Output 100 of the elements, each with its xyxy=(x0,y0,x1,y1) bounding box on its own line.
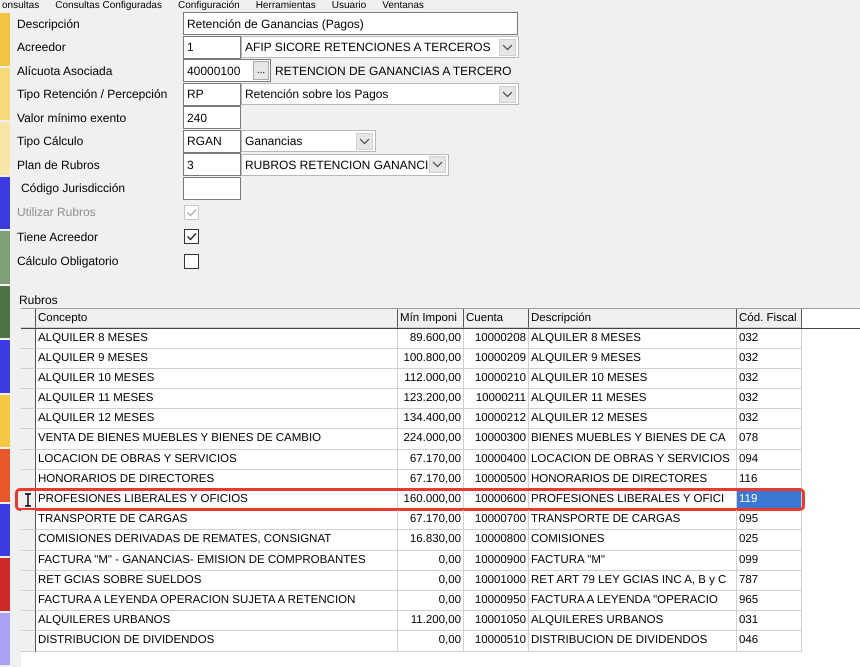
table-cell: 094 xyxy=(737,450,802,470)
column-header[interactable]: Cuenta xyxy=(464,308,529,328)
table-cell: RET GCIAS SOBRE SUELDOS xyxy=(36,570,398,591)
column-header[interactable]: Descripción xyxy=(529,308,737,328)
table-cell: 10000900 xyxy=(464,550,529,571)
table-cell: 787 xyxy=(737,570,802,591)
table-cell: 032 xyxy=(737,328,802,349)
code-field[interactable]: 1 xyxy=(183,36,241,59)
dropdown[interactable]: Retención sobre los Pagos xyxy=(241,83,519,106)
table-cell: ALQUILER 9 MESES xyxy=(529,348,737,369)
table-cell: 099 xyxy=(737,550,802,571)
table-cell: 67.170,00 xyxy=(398,470,464,490)
row-header[interactable] xyxy=(21,570,36,591)
row-header[interactable] xyxy=(21,631,36,652)
table-cell: ALQUILER 11 MESES xyxy=(529,389,737,410)
table-cell: 031 xyxy=(737,611,802,632)
row-header xyxy=(21,308,36,328)
code-field[interactable]: RGAN xyxy=(183,130,241,153)
menu-item[interactable]: Configuración xyxy=(178,0,240,11)
table-cell: ALQUILER 12 MESES xyxy=(36,409,398,430)
table-cell: 116 xyxy=(737,470,802,490)
row-header[interactable] xyxy=(21,510,36,530)
checkbox[interactable] xyxy=(184,229,199,244)
row-header[interactable] xyxy=(21,450,36,470)
checkbox[interactable] xyxy=(184,254,199,269)
table-cell: 032 xyxy=(737,348,802,369)
field-label: Utilizar Rubros xyxy=(17,205,97,220)
table-cell: 0,00 xyxy=(398,631,464,652)
row-header[interactable] xyxy=(21,611,36,632)
table-cell: 095 xyxy=(737,510,802,530)
menu-item[interactable]: Usuario xyxy=(332,0,366,11)
row-header[interactable] xyxy=(21,368,36,390)
table-cell: 67.170,00 xyxy=(398,450,464,470)
table-cell: FACTURA "M" - GANANCIAS- EMISION DE COMPROBANTES xyxy=(36,550,398,571)
menu-item[interactable]: Ventanas xyxy=(382,0,424,11)
browse-button[interactable]: ... xyxy=(253,61,269,80)
table-cell: TRANSPORTE DE CARGAS xyxy=(36,510,398,530)
table-cell: 965 xyxy=(737,590,802,612)
table-cell: 032 xyxy=(737,368,802,390)
row-header[interactable] xyxy=(21,409,36,430)
column-header[interactable]: Mín Imponi xyxy=(398,308,464,328)
table-cell: 10000212 xyxy=(464,409,529,430)
table-cell: 16.830,00 xyxy=(398,530,464,551)
field-value: RETENCION DE GANANCIAS A TERCERO xyxy=(275,64,512,78)
menu-item[interactable]: Herramientas xyxy=(256,0,316,11)
table-cell: 224.000,00 xyxy=(398,429,464,450)
code-field[interactable]: RP xyxy=(183,82,241,106)
table-cell: BIENES MUEBLES Y BIENES DE CA xyxy=(529,429,737,450)
code-field[interactable]: 240 xyxy=(183,106,241,130)
table-cell: 032 xyxy=(737,409,802,430)
column-header[interactable]: Concepto xyxy=(36,308,398,328)
table-cell: 10000950 xyxy=(464,590,529,612)
table-cell: FACTURA A LEYENDA OPERACION SUJETA A RETENCION xyxy=(36,590,398,612)
dropdown[interactable]: Ganancias xyxy=(241,130,376,152)
table-cell: ALQUILERES URBANOS xyxy=(36,611,398,632)
table-cell: 67.170,00 xyxy=(398,510,464,530)
table-cell: 10001000 xyxy=(464,570,529,591)
code-field[interactable]: 40000100 ... xyxy=(183,59,271,82)
field-label: Alícuota Asociada xyxy=(17,64,114,78)
menu-item[interactable]: onsultas xyxy=(2,0,40,11)
table-cell: 10000400 xyxy=(464,450,529,470)
table-cell: COMISIONES xyxy=(529,530,737,551)
table-cell: 10000510 xyxy=(464,631,529,652)
table-cell: 123.200,00 xyxy=(398,389,464,410)
field-label: Tiene Acreedor xyxy=(17,230,99,244)
row-header[interactable] xyxy=(21,530,36,551)
code-field[interactable]: 3 xyxy=(183,153,241,176)
row-header[interactable] xyxy=(21,590,36,612)
table-cell: ALQUILERES URBANOS xyxy=(529,611,737,632)
column-header[interactable]: Cód. Fiscal xyxy=(737,308,802,328)
code-field[interactable] xyxy=(183,176,241,200)
table-cell: 10000800 xyxy=(464,530,529,551)
chevron-down-icon xyxy=(499,38,516,56)
field-label: Código Jurisdicción xyxy=(20,181,126,196)
table-cell: FACTURA "M" xyxy=(529,550,737,571)
table-cell: HONORARIOS DE DIRECTORES xyxy=(36,470,398,490)
row-header[interactable] xyxy=(21,550,36,571)
table-cell: LOCACION DE OBRAS Y SERVICIOS xyxy=(36,450,398,470)
table-cell: ALQUILER 9 MESES xyxy=(36,348,398,369)
table-cell: 10000211 xyxy=(464,389,529,410)
table-cell: 0,00 xyxy=(398,550,464,571)
dropdown[interactable]: RUBROS RETENCION GANANCI xyxy=(241,154,449,176)
table-cell: ALQUILER 8 MESES xyxy=(36,328,398,349)
table-cell: 0,00 xyxy=(398,570,464,591)
text-field[interactable]: Retención de Ganancias (Pagos) xyxy=(183,12,518,36)
table-cell: 10000208 xyxy=(464,328,529,349)
row-header[interactable] xyxy=(21,348,36,369)
row-header[interactable] xyxy=(21,328,36,349)
table-cell: 10001050 xyxy=(464,611,529,632)
table-cell: HONORARIOS DE DIRECTORES xyxy=(529,470,737,490)
table-cell: ALQUILER 10 MESES xyxy=(36,368,398,390)
table-cell: 032 xyxy=(737,389,802,410)
table-cell: 10000600 xyxy=(464,490,529,510)
table-cell: 10000210 xyxy=(464,368,529,390)
dropdown[interactable]: AFIP SICORE RETENCIONES A TERCEROS xyxy=(241,36,519,58)
table-cell: VENTA DE BIENES MUEBLES Y BIENES DE CAMBIO xyxy=(36,429,398,450)
row-header[interactable] xyxy=(21,389,36,410)
menu-item[interactable]: Consultas Configuradas xyxy=(55,0,162,11)
table-cell: DISTRIBUCION DE DIVIDENDOS xyxy=(529,631,737,652)
row-header[interactable] xyxy=(21,429,36,450)
